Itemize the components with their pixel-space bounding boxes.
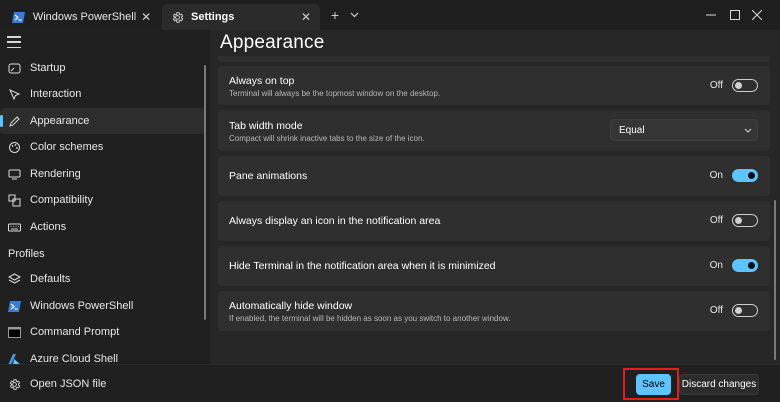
powershell-icon	[7, 299, 21, 313]
toggle-hide-terminal[interactable]: On	[710, 259, 758, 272]
sidebar-item-command-prompt[interactable]: Command Prompt	[0, 319, 205, 345]
sidebar-item-label: Actions	[30, 221, 67, 233]
title-bar: Windows PowerShell ✕ Settings ✕ +	[0, 0, 780, 30]
sidebar-item-compatibility[interactable]: Compatibility	[0, 187, 205, 213]
setting-title: Pane animations	[229, 170, 308, 182]
toggle-state-label: Off	[709, 215, 723, 226]
layers-icon	[7, 272, 21, 286]
startup-icon	[7, 61, 21, 75]
pen-icon	[7, 114, 21, 128]
setting-always-on-top[interactable]: Always on top Terminal will always be th…	[218, 66, 770, 105]
interaction-icon	[7, 87, 21, 101]
sidebar-item-label: Color schemes	[30, 141, 104, 153]
discard-changes-button[interactable]: Discard changes	[679, 374, 759, 395]
sidebar-item-color-schemes[interactable]: Color schemes	[0, 134, 205, 160]
compatibility-icon	[7, 193, 21, 207]
page-title: Appearance	[220, 32, 325, 53]
tab-label: Settings	[191, 11, 235, 23]
palette-icon	[7, 140, 21, 154]
toggle-state-label: Off	[709, 80, 723, 91]
tab-settings[interactable]: Settings ✕	[162, 4, 320, 30]
keyboard-icon	[7, 220, 21, 234]
toggle-switch[interactable]	[732, 259, 758, 272]
setting-title: Always on top	[229, 75, 295, 87]
sidebar-item-rendering[interactable]: Rendering	[0, 161, 205, 187]
setting-title: Automatically hide window	[229, 300, 353, 312]
hamburger-menu-icon[interactable]	[7, 36, 21, 48]
gear-icon	[7, 377, 21, 391]
json-link-label: Open JSON file	[30, 378, 107, 390]
toggle-switch[interactable]	[732, 214, 758, 227]
toggle-automatically-hide-window[interactable]: Off	[710, 304, 758, 317]
profiles-header: Profiles	[8, 248, 45, 260]
toggle-always-display-icon[interactable]: Off	[710, 214, 758, 227]
toggle-state-label: On	[709, 170, 723, 181]
toggle-state-label: Off	[709, 305, 723, 316]
tab-windows-powershell[interactable]: Windows PowerShell ✕	[4, 4, 160, 30]
sidebar-item-interaction[interactable]: Interaction	[0, 81, 205, 107]
setting-title: Tab width mode	[229, 120, 303, 132]
sidebar-item-label: Windows PowerShell	[30, 300, 134, 312]
sidebar-scrollbar[interactable]	[204, 65, 206, 320]
toggle-state-label: On	[709, 260, 723, 271]
tab-label: Windows PowerShell	[32, 11, 137, 23]
close-icon[interactable]: ✕	[136, 7, 156, 27]
toggle-switch[interactable]	[732, 304, 758, 317]
toggle-switch[interactable]	[732, 169, 758, 182]
close-icon[interactable]: ✕	[296, 7, 316, 27]
powershell-icon	[12, 10, 26, 24]
tab-width-mode-dropdown[interactable]: Equal	[610, 119, 758, 141]
toggle-always-on-top[interactable]: Off	[710, 79, 758, 92]
content-scrollbar[interactable]	[774, 200, 776, 360]
monitor-icon	[7, 167, 21, 181]
open-json-file-link[interactable]: Open JSON file	[0, 372, 106, 396]
sidebar-item-label: Appearance	[30, 115, 90, 127]
setting-always-display-icon[interactable]: Always display an icon in the notificati…	[218, 201, 770, 241]
settings-footer: Open JSON file Save Discard changes	[0, 364, 780, 402]
gear-icon	[170, 10, 184, 24]
new-tab-plus-icon[interactable]: +	[325, 5, 345, 25]
settings-page: Appearance Always on top Terminal will a…	[210, 30, 780, 364]
settings-sidebar: Startup Interaction Appearance Color sch…	[0, 30, 210, 402]
previous-card-edge	[218, 56, 770, 62]
sidebar-item-actions[interactable]: Actions	[0, 214, 205, 240]
sidebar-item-label: Compatibility	[30, 194, 93, 206]
toggle-pane-animations[interactable]: On	[710, 169, 758, 182]
sidebar-item-label: Command Prompt	[30, 326, 120, 338]
save-button[interactable]: Save	[636, 374, 671, 395]
chevron-down-icon[interactable]	[344, 5, 364, 25]
sidebar-item-label: Startup	[30, 62, 66, 74]
setting-tab-width-mode[interactable]: Tab width mode Compact will shrink inact…	[218, 110, 770, 151]
sidebar-item-label: Defaults	[30, 273, 71, 285]
setting-title: Hide Terminal in the notification area w…	[229, 260, 496, 272]
setting-title: Always display an icon in the notificati…	[229, 215, 441, 227]
setting-description: Terminal will always be the topmost wind…	[229, 89, 441, 98]
setting-hide-terminal-in-notification-area[interactable]: Hide Terminal in the notification area w…	[218, 246, 770, 286]
chevron-down-icon	[739, 128, 757, 133]
toggle-switch[interactable]	[732, 79, 758, 92]
dropdown-value: Equal	[619, 124, 645, 136]
setting-pane-animations[interactable]: Pane animations On	[218, 156, 770, 196]
cmd-icon	[7, 325, 21, 339]
sidebar-item-defaults[interactable]: Defaults	[0, 266, 205, 292]
setting-automatically-hide-window[interactable]: Automatically hide window If enabled, th…	[218, 291, 770, 331]
sidebar-item-appearance[interactable]: Appearance	[0, 108, 205, 134]
sidebar-item-label: Rendering	[30, 168, 81, 180]
sidebar-item-label: Interaction	[30, 88, 82, 100]
sidebar-item-windows-powershell[interactable]: Windows PowerShell	[0, 293, 205, 319]
setting-description: If enabled, the terminal will be hidden …	[229, 314, 511, 323]
sidebar-item-startup[interactable]: Startup	[0, 55, 205, 81]
window-close-icon[interactable]	[734, 0, 780, 30]
setting-description: Compact will shrink inactive tabs to the…	[229, 134, 425, 143]
